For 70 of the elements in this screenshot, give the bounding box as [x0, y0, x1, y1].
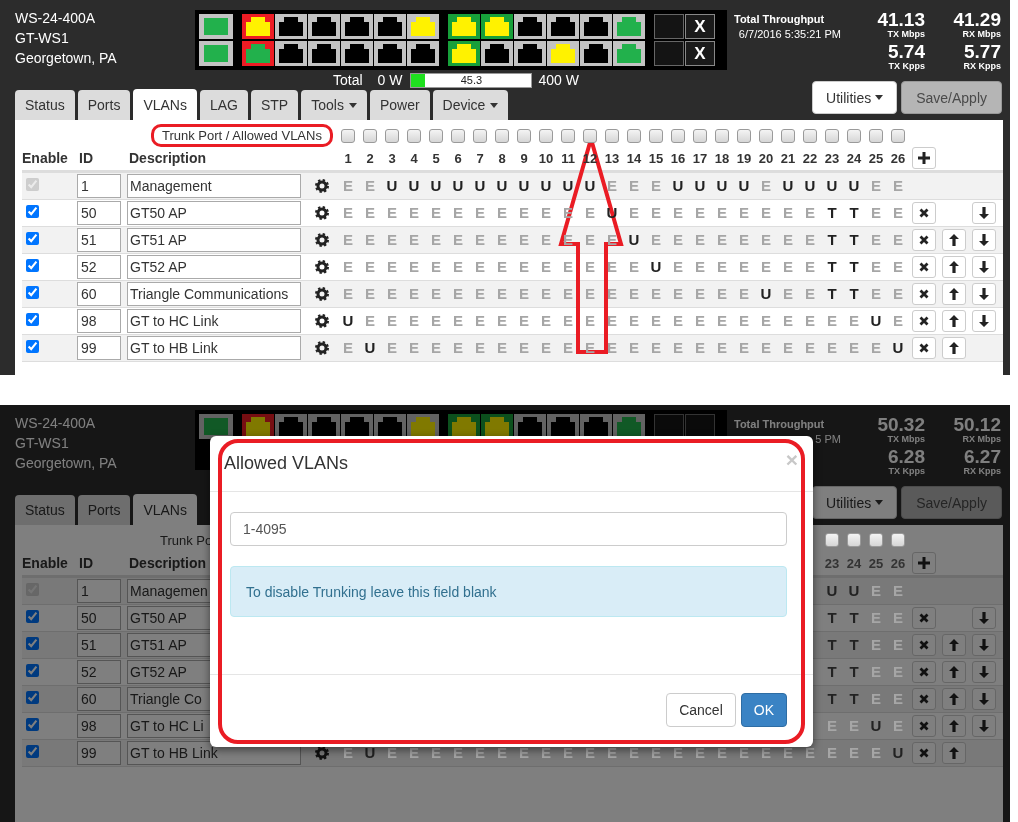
stat-unit: RX Kpps	[962, 466, 1001, 477]
column-header: 17	[692, 150, 708, 166]
column-header: 8	[498, 150, 506, 166]
column-header: 14	[626, 150, 642, 166]
device-label: WS-24-400A	[15, 9, 96, 28]
power-label: Total	[333, 72, 363, 88]
stat-unit: RX Kpps	[962, 61, 1001, 72]
column-header: 6	[454, 150, 462, 166]
column-header: 1	[344, 150, 352, 166]
column-header: Description	[128, 150, 207, 166]
column-header: 20	[758, 150, 774, 166]
column-header: Description	[128, 555, 207, 571]
power-min: 0 W	[377, 72, 403, 88]
column-header: 25	[868, 555, 884, 571]
stat-value: 50.12	[952, 415, 1001, 434]
stat-unit: TX Mbps	[886, 434, 925, 445]
column-header: 26	[890, 555, 906, 571]
column-header: 24	[846, 555, 862, 571]
port-slot: X	[685, 41, 715, 66]
column-header: 26	[890, 150, 906, 166]
column-header: 24	[846, 150, 862, 166]
column-header: 3	[388, 150, 396, 166]
column-header: 23	[824, 555, 840, 571]
port-slot: X	[685, 14, 715, 39]
stat-value: 6.27	[963, 447, 1001, 466]
device-label: Georgetown, PA	[15, 454, 117, 473]
column-header: 25	[868, 150, 884, 166]
column-header: ID	[78, 555, 94, 571]
column-header: 5	[432, 150, 440, 166]
device-label: Georgetown, PA	[15, 49, 117, 68]
stat-value: 41.29	[952, 10, 1001, 29]
info-alert: To disable Trunking leave this field blank	[230, 566, 787, 617]
column-header: 10	[538, 150, 554, 166]
stat-value: 6.28	[887, 447, 925, 466]
stat-unit: TX Kpps	[887, 466, 925, 477]
column-header: 21	[780, 150, 796, 166]
column-header: 11	[561, 150, 575, 166]
timestamp: 6/7/2016 5:35:21 PM	[738, 28, 841, 40]
device-label: WS-24-400A	[15, 414, 96, 433]
column-header: 23	[824, 150, 840, 166]
throughput-title: Total Throughput	[734, 12, 826, 27]
column-header: 7	[476, 150, 484, 166]
column-header: 13	[604, 150, 620, 166]
column-header: 15	[648, 150, 664, 166]
stat-value: 5.77	[963, 42, 1001, 61]
column-header: 2	[366, 150, 374, 166]
column-header: 18	[714, 150, 730, 166]
stat-value: 41.13	[876, 10, 925, 29]
trunk-label: Trunk Port / Allowed VLANs	[151, 124, 333, 147]
device-label: GT-WS1	[15, 434, 69, 453]
stat-value: 5.74	[887, 42, 925, 61]
column-header: 4	[410, 150, 418, 166]
stat-unit: TX Kpps	[887, 61, 925, 72]
column-header: 9	[520, 150, 528, 166]
stat-unit: RX Mbps	[961, 434, 1001, 445]
stat-unit: TX Mbps	[886, 29, 925, 40]
column-header: 16	[670, 150, 686, 166]
dialog-title: Allowed VLANs	[224, 453, 349, 474]
column-header: 19	[736, 150, 752, 166]
throughput-title: Total Throughput	[734, 417, 826, 432]
column-header: Enable	[22, 555, 69, 571]
power-reading: 45.3	[459, 72, 484, 88]
column-header: 22	[802, 150, 818, 166]
device-label: GT-WS1	[15, 29, 69, 48]
column-header: Enable	[22, 150, 69, 166]
column-header: ID	[78, 150, 94, 166]
stat-unit: RX Mbps	[961, 29, 1001, 40]
timestamp: 5 PM	[815, 433, 841, 445]
power-max: 400 W	[538, 72, 579, 88]
stat-value: 50.32	[876, 415, 925, 434]
